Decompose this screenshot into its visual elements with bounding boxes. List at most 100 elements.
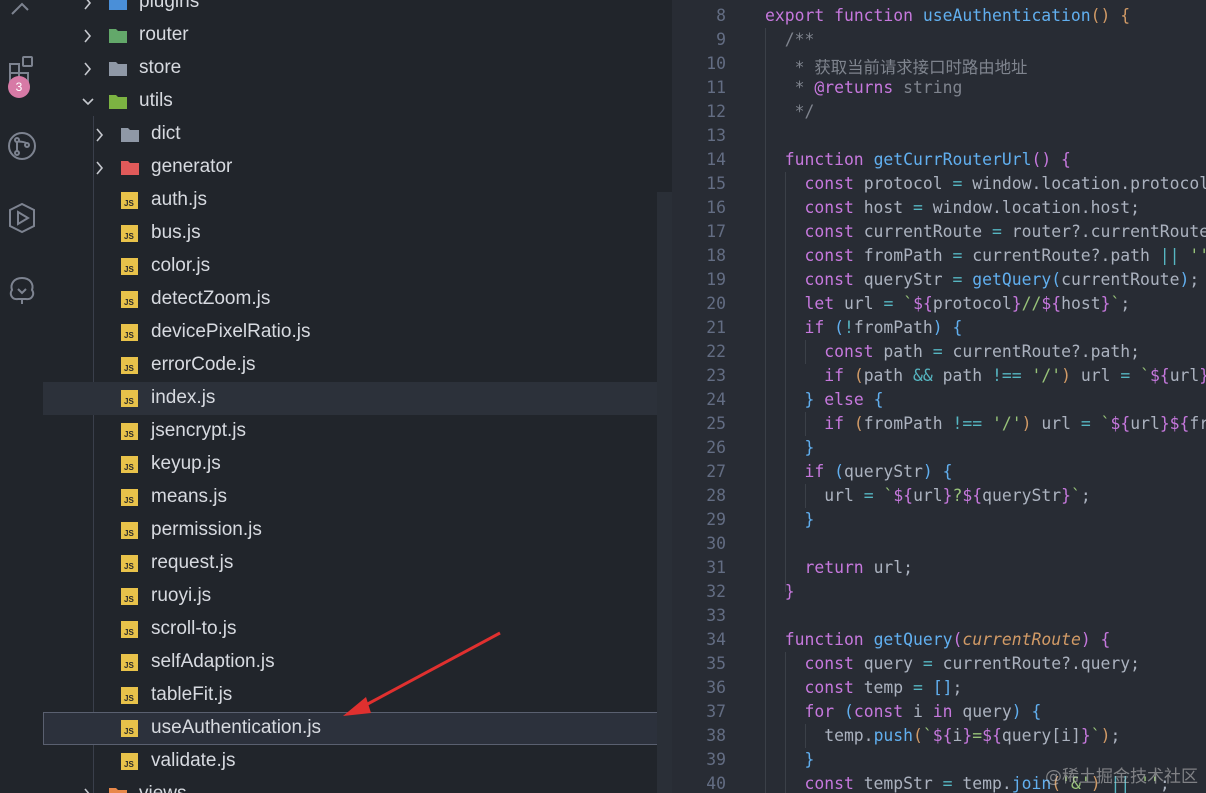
utils-folder-icon (109, 95, 127, 109)
file-item[interactable]: JS devicePixelRatio.js (43, 316, 672, 349)
code-token: !== (952, 414, 992, 433)
code-line[interactable]: 32 } (672, 580, 1206, 604)
code-line[interactable]: 16 const host = window.location.host; (672, 196, 1206, 220)
code-line[interactable]: 36 const temp = []; (672, 676, 1206, 700)
chevron-right-icon[interactable] (81, 786, 95, 793)
folder-icon (121, 128, 139, 142)
folder-icon (109, 62, 127, 76)
code-line[interactable]: 17 const currentRoute = router?.currentR… (672, 220, 1206, 244)
code-line[interactable]: 26 } (672, 436, 1206, 460)
views-folder-icon (109, 788, 127, 793)
code-line[interactable]: 30 (672, 532, 1206, 556)
code-line[interactable]: 13 (672, 124, 1206, 148)
folder-item[interactable]: dict (43, 118, 672, 151)
code-line[interactable]: 34 function getQuery(currentRoute) { (672, 628, 1206, 652)
javascript-file-icon: JS (121, 390, 138, 407)
code-line[interactable]: 14 function getCurrRouterUrl() { (672, 148, 1206, 172)
code-token: query (962, 702, 1012, 721)
code-line[interactable]: 18 const fromPath = currentRoute?.path |… (672, 244, 1206, 268)
file-item[interactable]: JS errorCode.js (43, 349, 672, 382)
code-line[interactable]: 24 } else { (672, 388, 1206, 412)
code-line[interactable]: 20 let url = `${protocol}//${host}`; (672, 292, 1206, 316)
folder-item[interactable]: utils (43, 85, 672, 118)
code-line[interactable]: 21 if (!fromPath) { (672, 316, 1206, 340)
code-line[interactable]: 35 const query = currentRoute?.query; (672, 652, 1206, 676)
code-token: } (765, 750, 815, 769)
chevron-right-icon[interactable] (93, 126, 107, 144)
code-line[interactable]: 33 (672, 604, 1206, 628)
code-text: */ (765, 102, 815, 121)
chevron-down-icon[interactable] (81, 93, 95, 111)
code-token: currentRoute?.path (972, 246, 1160, 265)
code-line[interactable]: 37 for (const i in query) { (672, 700, 1206, 724)
file-item[interactable]: JS index.js (43, 382, 672, 415)
code-token: () { (1031, 150, 1071, 169)
code-token: queryStr (982, 486, 1062, 505)
code-token: const (765, 654, 864, 673)
chevron-right-icon[interactable] (81, 60, 95, 78)
javascript-file-icon: JS (121, 456, 138, 473)
file-item[interactable]: JS tableFit.js (43, 679, 672, 712)
file-item[interactable]: JS keyup.js (43, 448, 672, 481)
code-token: ! (843, 318, 854, 337)
code-token: || (1159, 246, 1190, 265)
file-item[interactable]: JS permission.js (43, 514, 672, 547)
folder-item[interactable]: plugins (43, 0, 672, 19)
file-item[interactable]: JS detectZoom.js (43, 283, 672, 316)
code-line[interactable]: 31 return url; (672, 556, 1206, 580)
code-line[interactable]: 8 export function useAuthentication() { (672, 4, 1206, 28)
folder-item[interactable]: store (43, 52, 672, 85)
code-line[interactable]: 12 */ (672, 100, 1206, 124)
code-line[interactable]: 23 if (path && path !== '/') url = `${ur… (672, 364, 1206, 388)
code-token: } (1199, 366, 1206, 385)
code-text: * 获取当前请求接口时路由地址 (765, 54, 1028, 78)
explorer-icon[interactable] (0, 0, 43, 30)
file-item[interactable]: JS jsencrypt.js (43, 415, 672, 448)
file-item[interactable]: JS selfAdaption.js (43, 646, 672, 679)
folder-item[interactable]: generator (43, 151, 672, 184)
file-item[interactable]: JS color.js (43, 250, 672, 283)
code-line[interactable]: 38 temp.push(`${i}=${query[i]}`); (672, 724, 1206, 748)
code-line[interactable]: 19 const queryStr = getQuery(currentRout… (672, 268, 1206, 292)
file-item[interactable]: JS means.js (43, 481, 672, 514)
file-item[interactable]: JS auth.js (43, 184, 672, 217)
source-control-icon[interactable] (0, 124, 43, 168)
explorer-scrollbar[interactable] (657, 192, 672, 793)
code-line[interactable]: 25 if (fromPath !== '/') url = `${url}${… (672, 412, 1206, 436)
remote-explorer-icon[interactable] (0, 268, 43, 312)
code-line[interactable]: 27 if (queryStr) { (672, 460, 1206, 484)
code-line[interactable]: 9 /** (672, 28, 1206, 52)
run-debug-icon[interactable] (0, 196, 43, 240)
code-token: ` (1100, 414, 1111, 433)
code-text: /** (765, 30, 815, 49)
code-line[interactable]: 22 const path = currentRoute?.path; (672, 340, 1206, 364)
code-line[interactable]: 29 } (672, 508, 1206, 532)
chevron-right-icon[interactable] (93, 159, 107, 177)
file-item[interactable]: JS ruoyi.js (43, 580, 672, 613)
code-token: ( (834, 318, 844, 337)
code-line[interactable]: 15 const protocol = window.location.prot… (672, 172, 1206, 196)
chevron-right-icon[interactable] (81, 27, 95, 45)
code-token: ` (1071, 486, 1081, 505)
code-token: } (765, 438, 815, 457)
code-token: } (765, 582, 795, 601)
tree-item-label: bus.js (151, 222, 201, 243)
code-token: ; (1110, 726, 1121, 745)
folder-item[interactable]: views (43, 778, 672, 793)
code-line[interactable]: 28 url = `${url}?${queryStr}`; (672, 484, 1206, 508)
code-token: ) (1179, 270, 1190, 289)
file-item[interactable]: JS useAuthentication.js (43, 712, 672, 745)
file-item[interactable]: JS request.js (43, 547, 672, 580)
code-editor[interactable]: 8 export function useAuthentication() {9 … (672, 0, 1206, 793)
file-item[interactable]: JS validate.js (43, 745, 672, 778)
code-line[interactable]: 10 * 获取当前请求接口时路由地址 (672, 52, 1206, 78)
code-token: const (765, 174, 864, 193)
chevron-right-icon[interactable] (81, 0, 95, 12)
folder-item[interactable]: router (43, 19, 672, 52)
code-line[interactable]: 11 * @returns string (672, 76, 1206, 100)
code-text: temp.push(`${i}=${query[i]}`); (765, 726, 1120, 745)
file-item[interactable]: JS bus.js (43, 217, 672, 250)
file-item[interactable]: JS scroll-to.js (43, 613, 672, 646)
code-token: let (765, 294, 844, 313)
plugins-folder-icon (109, 0, 127, 10)
